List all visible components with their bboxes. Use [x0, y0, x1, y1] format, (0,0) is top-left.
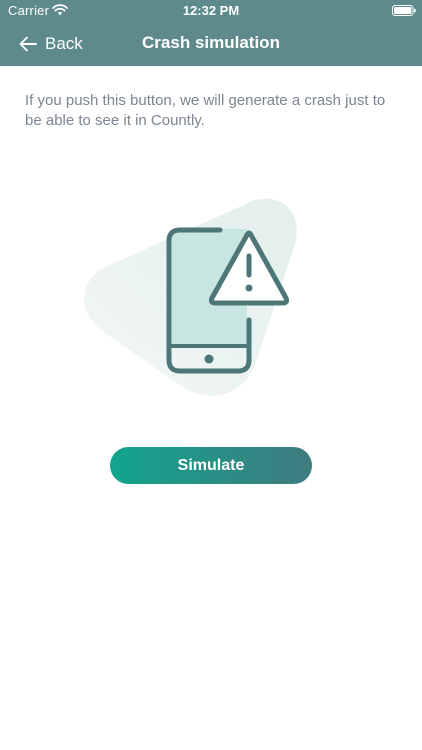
simulate-button[interactable]: Simulate	[110, 447, 312, 484]
status-time: 12:32 PM	[182, 3, 240, 18]
phone-warning-icon	[84, 198, 297, 396]
status-bar: Carrier 12:32 PM	[0, 0, 422, 22]
crash-simulation-screen: Carrier 12:32 PM Back Crash simulation I…	[0, 0, 422, 750]
phone-home-button	[204, 354, 214, 364]
warning-exclamation-dot	[245, 284, 253, 292]
description-text: If you push this button, we will generat…	[25, 92, 386, 129]
header-bar: Carrier 12:32 PM Back Crash simulation	[0, 0, 422, 66]
page-title: Crash simulation	[142, 33, 280, 52]
navigation-bar: Back Crash simulation	[0, 22, 422, 66]
battery-icon	[392, 5, 416, 16]
